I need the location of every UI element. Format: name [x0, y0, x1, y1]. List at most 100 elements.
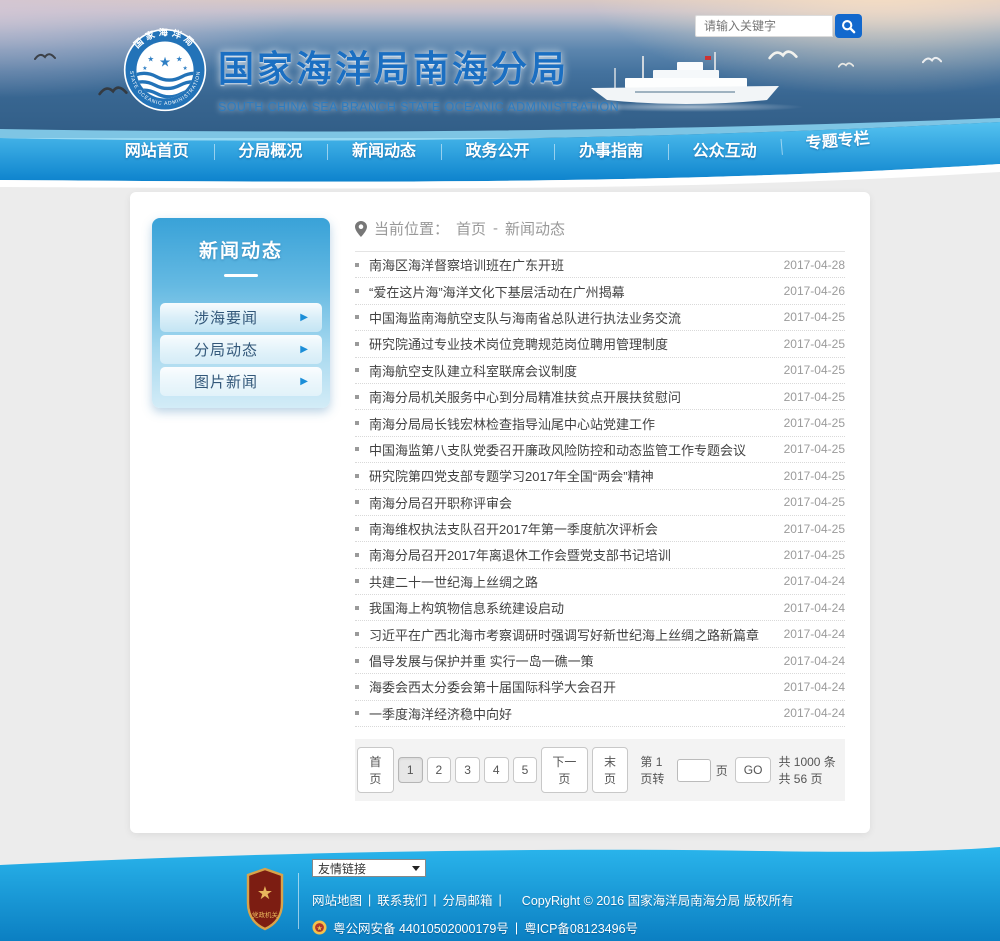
news-row: 一季度海洋经济稳中向好 2017-04-24: [355, 701, 845, 727]
news-date: 2017-04-24: [784, 574, 845, 588]
pager-page-button[interactable]: 2: [427, 757, 452, 783]
news-row: 共建二十一世纪海上丝绸之路 2017-04-24: [355, 569, 845, 595]
nav-item[interactable]: 分局概况: [214, 136, 328, 168]
news-row: 南海分局局长钱宏林检查指导汕尾中心站党建工作 2017-04-25: [355, 410, 845, 436]
footer-link[interactable]: 网站地图: [312, 890, 362, 909]
news-date: 2017-04-25: [784, 337, 845, 351]
news-date: 2017-04-25: [784, 495, 845, 509]
pager-total: 共 1000 条 共 56 页: [778, 753, 845, 787]
news-title-link[interactable]: 习近平在广西北海市考察调研时强调写好新世纪海上丝绸之路新篇章: [369, 625, 772, 644]
breadcrumb-label: 当前位置：: [374, 218, 449, 239]
soa-logo[interactable]: 国家海洋局 STATE OCEANIC ADMINISTRATION ★ ★ ★…: [123, 28, 207, 112]
news-list: 南海区海洋督察培训班在广东开班 2017-04-28 “爱在这片海”海洋文化下基…: [355, 252, 845, 727]
copyright-text: CopyRight © 2016 国家海洋局南海分局 版权所有: [522, 890, 794, 909]
nav-item[interactable]: 网站首页: [100, 136, 214, 168]
news-row: 南海维权执法支队召开2017年第一季度航次评析会 2017-04-25: [355, 516, 845, 542]
news-title-link[interactable]: 南海分局召开职称评审会: [369, 493, 772, 512]
bullet-icon: [355, 606, 359, 610]
pager-next-button[interactable]: 下一页: [541, 747, 587, 793]
nav-item[interactable]: 办事指南: [554, 136, 668, 168]
news-title-link[interactable]: 南海区海洋督察培训班在广东开班: [369, 255, 772, 274]
sidebar-title-underline: [224, 274, 258, 277]
pager-page-button[interactable]: 3: [455, 757, 480, 783]
bullet-icon: [355, 368, 359, 372]
pager-page-button[interactable]: 1: [398, 757, 423, 783]
news-title-link[interactable]: 南海分局局长钱宏林检查指导汕尾中心站党建工作: [369, 414, 772, 433]
news-title-link[interactable]: 南海维权执法支队召开2017年第一季度航次评析会: [369, 519, 772, 538]
sidebar-item[interactable]: 分局动态 ▶: [160, 335, 322, 364]
sidebar-item-label: 图片新闻: [194, 371, 258, 392]
svg-text:★: ★: [159, 55, 171, 70]
news-title-link[interactable]: 研究院通过专业技术岗位竞聘规范岗位聘用管理制度: [369, 334, 772, 353]
footer-divider: [298, 873, 299, 929]
icp-record-link[interactable]: 粤ICP备08123496号: [524, 918, 638, 937]
news-title-link[interactable]: 一季度海洋经济稳中向好: [369, 704, 772, 723]
news-title-link[interactable]: 南海航空支队建立科室联席会议制度: [369, 361, 772, 380]
news-title-link[interactable]: “爱在这片海”海洋文化下基层活动在广州揭幕: [369, 282, 772, 301]
news-date: 2017-04-24: [784, 680, 845, 694]
bullet-icon: [355, 632, 359, 636]
search-input[interactable]: [695, 15, 833, 37]
news-date: 2017-04-25: [784, 548, 845, 562]
news-row: 南海区海洋督察培训班在广东开班 2017-04-28: [355, 252, 845, 278]
pager-first-button[interactable]: 首页: [357, 747, 394, 793]
government-badge[interactable]: ★ 党政机关: [244, 867, 286, 931]
news-title-link[interactable]: 倡导发展与保护并重 实行一岛一礁一策: [369, 651, 772, 670]
nav-item[interactable]: 公众互动: [668, 136, 782, 168]
svg-text:★: ★: [147, 55, 154, 64]
bullet-icon: [355, 263, 359, 267]
nav-item[interactable]: 政务公开: [441, 136, 555, 168]
news-title-link[interactable]: 共建二十一世纪海上丝绸之路: [369, 572, 772, 591]
pager-last-button[interactable]: 末页: [592, 747, 629, 793]
bullet-icon: [355, 711, 359, 715]
bullet-icon: [355, 315, 359, 319]
news-date: 2017-04-25: [784, 416, 845, 430]
news-title-link[interactable]: 南海分局机关服务中心到分局精准扶贫点开展扶贫慰问: [369, 387, 772, 406]
pager-page-button[interactable]: 4: [484, 757, 509, 783]
friend-links-dropdown[interactable]: 友情链接: [312, 859, 426, 877]
footer-link[interactable]: 分局邮箱: [443, 890, 493, 909]
news-title-link[interactable]: 我国海上构筑物信息系统建设启动: [369, 598, 772, 617]
bullet-icon: [355, 289, 359, 293]
sidebar-item-label: 分局动态: [194, 339, 258, 360]
footer-link-separator: |: [499, 893, 502, 907]
footer-link[interactable]: 联系我们: [377, 890, 427, 909]
news-date: 2017-04-28: [784, 258, 845, 272]
pagination-bar: 首页 12345 下一页 末页 第 1 页转 页 GO 共 1000 条 共 5…: [355, 739, 845, 801]
svg-text:★: ★: [142, 65, 147, 72]
news-date: 2017-04-25: [784, 442, 845, 456]
news-date: 2017-04-24: [784, 706, 845, 720]
pager-go-button[interactable]: GO: [735, 757, 772, 783]
svg-text:★: ★: [316, 924, 322, 932]
sidebar-menu: 涉海要闻 ▶ 分局动态 ▶ 图片新闻 ▶: [160, 303, 322, 396]
pager-jump-prefix: 第 1 页转: [640, 753, 671, 787]
arrow-right-icon: ▶: [300, 376, 308, 387]
footer: ★ 党政机关 友情链接 网站地图 | 联系我们 |: [0, 845, 1000, 941]
seagull-icon: [922, 54, 942, 65]
search-button[interactable]: [835, 14, 862, 38]
breadcrumb-home-link[interactable]: 首页: [456, 218, 486, 239]
content-card: 新闻动态 涉海要闻 ▶ 分局动态 ▶ 图片新闻 ▶: [130, 192, 870, 833]
sidebar-item[interactable]: 涉海要闻 ▶: [160, 303, 322, 332]
news-date: 2017-04-26: [784, 284, 845, 298]
news-date: 2017-04-25: [784, 363, 845, 377]
sidebar-item[interactable]: 图片新闻 ▶: [160, 367, 322, 396]
news-row: 中国海监第八支队党委召开廉政风险防控和动态监管工作专题会议 2017-04-25: [355, 437, 845, 463]
news-row: 倡导发展与保护并重 实行一岛一礁一策 2017-04-24: [355, 648, 845, 674]
security-record-link[interactable]: 粤公网安备 44010502000179号: [333, 918, 509, 937]
location-pin-icon: [355, 221, 367, 237]
footer-sec-separator: |: [515, 921, 518, 935]
bullet-icon: [355, 421, 359, 425]
bullet-icon: [355, 500, 359, 504]
news-title-link[interactable]: 中国海监南海航空支队与海南省总队进行执法业务交流: [369, 308, 772, 327]
pager-page-button[interactable]: 5: [513, 757, 538, 783]
bullet-icon: [355, 553, 359, 557]
news-title-link[interactable]: 中国海监第八支队党委召开廉政风险防控和动态监管工作专题会议: [369, 440, 772, 459]
nav-item[interactable]: 新闻动态: [327, 136, 441, 168]
news-date: 2017-04-25: [784, 390, 845, 404]
pager-jump-input[interactable]: [677, 759, 711, 782]
news-row: 海委会西太分委会第十届国际科学大会召开 2017-04-24: [355, 674, 845, 700]
news-title-link[interactable]: 南海分局召开2017年离退休工作会暨党支部书记培训: [369, 545, 772, 564]
news-title-link[interactable]: 海委会西太分委会第十届国际科学大会召开: [369, 677, 772, 696]
news-title-link[interactable]: 研究院第四党支部专题学习2017年全国“两会”精神: [369, 466, 772, 485]
